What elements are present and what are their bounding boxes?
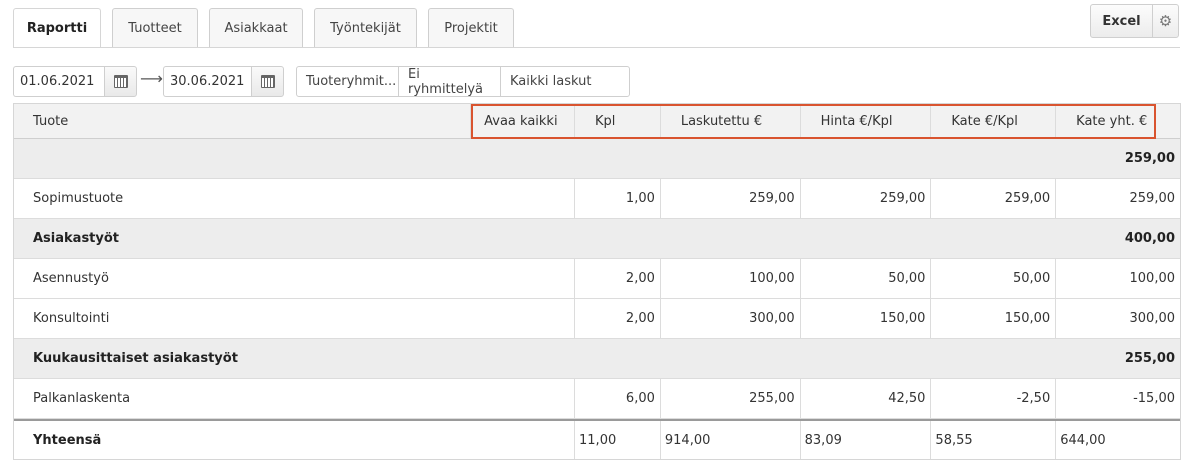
group-name: Kuukausittaiset asiakastyöt xyxy=(33,351,238,366)
row-margin: 259,00 xyxy=(930,179,1055,218)
row-qty: 6,00 xyxy=(574,379,660,418)
table-row: Sopimustuote 1,00 259,00 259,00 259,00 2… xyxy=(14,179,1180,219)
row-invoiced: 259,00 xyxy=(659,179,800,218)
row-invoiced: 100,00 xyxy=(659,259,800,298)
column-header-product[interactable]: Tuote xyxy=(14,104,470,138)
column-header-margin-total[interactable]: Kate yht. € xyxy=(1055,104,1180,138)
column-header-price[interactable]: Hinta €/Kpl xyxy=(799,104,931,138)
row-price: 259,00 xyxy=(799,179,931,218)
row-margin: 50,00 xyxy=(930,259,1055,298)
invoice-filter-select[interactable]: Kaikki laskut xyxy=(501,67,629,96)
group-total: 259,00 xyxy=(1124,151,1175,166)
tab-bar: Raportti Tuotteet Asiakkaat Työntekijät … xyxy=(13,8,525,48)
row-margin: -2,50 xyxy=(930,379,1055,418)
total-margin: 58,55 xyxy=(930,421,1055,459)
excel-export-button[interactable]: Excel xyxy=(1091,5,1153,37)
total-invoiced: 914,00 xyxy=(659,421,800,459)
calendar-icon xyxy=(113,75,128,88)
column-header-margin[interactable]: Kate €/Kpl xyxy=(930,104,1055,138)
row-qty: 2,00 xyxy=(574,299,660,338)
table-row: Asennustyö 2,00 100,00 50,00 50,00 100,0… xyxy=(14,259,1180,299)
report-table: Tuote Avaa kaikki Kpl Laskutettu € Hinta… xyxy=(13,103,1181,460)
row-product: Konsultointi xyxy=(33,311,110,326)
column-header-invoiced[interactable]: Laskutettu € xyxy=(659,104,800,138)
row-margin-total: -15,00 xyxy=(1055,379,1180,418)
table-row: Palkanlaskenta 6,00 255,00 42,50 -2,50 -… xyxy=(14,379,1180,419)
table-header: Tuote Avaa kaikki Kpl Laskutettu € Hinta… xyxy=(14,104,1180,139)
totals-row: Yhteensä 11,00 914,00 83,09 58,55 644,00 xyxy=(14,419,1180,459)
row-product: Palkanlaskenta xyxy=(33,391,131,406)
grouping-select[interactable]: Ei ryhmittelyä xyxy=(399,67,501,97)
export-toolbar: Excel ⚙ xyxy=(1090,4,1179,38)
expand-all-link[interactable]: Avaa kaikki xyxy=(470,104,574,138)
row-margin-total: 300,00 xyxy=(1055,299,1180,338)
settings-button[interactable]: ⚙ xyxy=(1153,5,1178,37)
tab-projektit[interactable]: Projektit xyxy=(428,8,514,48)
group-row[interactable]: 259,00 xyxy=(14,139,1180,179)
group-name: Asiakastyöt xyxy=(33,231,120,246)
row-qty: 1,00 xyxy=(574,179,660,218)
report-filter-group: Tuoteryhmit... Ei ryhmittelyä Kaikki las… xyxy=(296,66,630,97)
end-date-picker-button[interactable] xyxy=(251,66,284,97)
tab-tuotteet[interactable]: Tuotteet xyxy=(112,8,198,48)
column-header-qty[interactable]: Kpl xyxy=(573,104,660,138)
group-name xyxy=(14,139,1055,178)
row-price: 42,50 xyxy=(799,379,931,418)
total-qty: 11,00 xyxy=(574,421,660,459)
totals-label: Yhteensä xyxy=(33,432,102,448)
row-margin-total: 100,00 xyxy=(1055,259,1180,298)
table-row: Konsultointi 2,00 300,00 150,00 150,00 3… xyxy=(14,299,1180,339)
row-price: 150,00 xyxy=(799,299,931,338)
group-total: 400,00 xyxy=(1124,231,1175,246)
row-qty: 2,00 xyxy=(574,259,660,298)
row-margin: 150,00 xyxy=(930,299,1055,338)
group-row[interactable]: Kuukausittaiset asiakastyöt 255,00 xyxy=(14,339,1180,379)
start-date-picker-button[interactable] xyxy=(104,66,137,97)
calendar-icon xyxy=(260,75,275,88)
total-price: 83,09 xyxy=(799,421,931,459)
group-row[interactable]: Asiakastyöt 400,00 xyxy=(14,219,1180,259)
row-product: Asennustyö xyxy=(33,271,109,286)
row-product: Sopimustuote xyxy=(33,191,124,206)
arrow-right-icon: ⟶ xyxy=(140,69,163,88)
row-invoiced: 300,00 xyxy=(659,299,800,338)
tab-tyontekijat[interactable]: Työntekijät xyxy=(314,8,417,48)
total-margin-total: 644,00 xyxy=(1055,421,1180,459)
row-price: 50,00 xyxy=(799,259,931,298)
tab-divider xyxy=(13,47,1180,48)
tab-raportti[interactable]: Raportti xyxy=(13,8,101,48)
product-group-select[interactable]: Tuoteryhmit... xyxy=(297,67,399,96)
end-date-input[interactable]: 30.06.2021 xyxy=(163,66,254,97)
group-total: 255,00 xyxy=(1124,351,1175,366)
tab-asiakkaat[interactable]: Asiakkaat xyxy=(209,8,303,48)
start-date-input[interactable]: 01.06.2021 xyxy=(13,66,104,97)
row-invoiced: 255,00 xyxy=(659,379,800,418)
gear-icon: ⚙ xyxy=(1158,12,1173,30)
row-margin-total: 259,00 xyxy=(1055,179,1180,218)
